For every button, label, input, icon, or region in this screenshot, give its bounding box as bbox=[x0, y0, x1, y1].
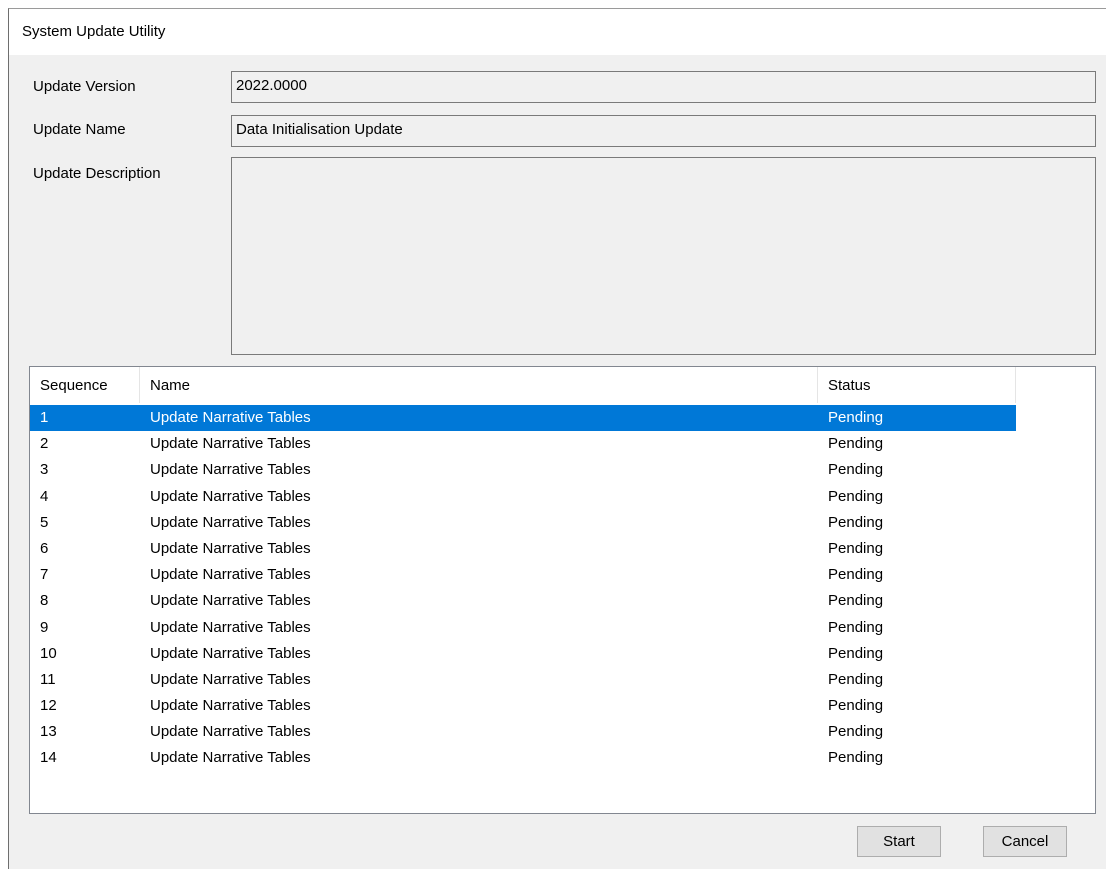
table-row[interactable]: 3 Update Narrative Tables Pending bbox=[30, 457, 1016, 483]
table-row[interactable]: 11 Update Narrative Tables Pending bbox=[30, 667, 1016, 693]
update-steps-list[interactable]: Sequence Name Status 1 Update Narrative T… bbox=[29, 366, 1096, 814]
table-row[interactable]: 14 Update Narrative Tables Pending bbox=[30, 745, 1016, 771]
row-status: Pending bbox=[828, 670, 884, 688]
start-button[interactable]: Start bbox=[857, 826, 941, 857]
table-row[interactable]: 5 Update Narrative Tables Pending bbox=[30, 510, 1016, 536]
row-name: Update Narrative Tables bbox=[150, 723, 311, 741]
row-status: Pending bbox=[828, 749, 884, 767]
table-row[interactable]: 4 Update Narrative Tables Pending bbox=[30, 484, 1016, 510]
row-name: Update Narrative Tables bbox=[150, 409, 311, 426]
table-row[interactable]: 10 Update Narrative Tables Pending bbox=[30, 641, 1016, 667]
update-utility-window: System Update Utility Update Version 202… bbox=[8, 8, 1106, 869]
update-name-label: Update Name bbox=[33, 121, 126, 138]
row-sequence: 6 bbox=[40, 539, 49, 557]
row-status: Pending bbox=[828, 435, 884, 453]
table-row[interactable]: 1 Update Narrative Tables Pending bbox=[30, 405, 1016, 432]
row-status: Pending bbox=[828, 592, 884, 610]
list-header: Sequence Name Status bbox=[30, 367, 1016, 403]
update-description-field[interactable] bbox=[231, 157, 1096, 355]
row-name: Update Narrative Tables bbox=[150, 566, 311, 584]
table-row[interactable]: 13 Update Narrative Tables Pending bbox=[30, 719, 1016, 745]
row-status: Pending bbox=[828, 409, 884, 426]
update-description-label: Update Description bbox=[33, 165, 161, 182]
row-sequence: 2 bbox=[40, 435, 49, 453]
row-status: Pending bbox=[828, 618, 884, 636]
cancel-button[interactable]: Cancel bbox=[983, 826, 1067, 857]
update-version-field[interactable]: 2022.0000 bbox=[231, 71, 1096, 103]
row-name: Update Narrative Tables bbox=[150, 670, 311, 688]
row-status: Pending bbox=[828, 513, 884, 531]
table-row[interactable]: 6 Update Narrative Tables Pending bbox=[30, 536, 1016, 562]
row-name: Update Narrative Tables bbox=[150, 592, 311, 610]
row-sequence: 7 bbox=[40, 566, 49, 584]
row-sequence: 3 bbox=[40, 461, 49, 479]
row-sequence: 4 bbox=[40, 487, 49, 505]
row-name: Update Narrative Tables bbox=[150, 697, 311, 715]
row-sequence: 9 bbox=[40, 618, 49, 636]
row-name: Update Narrative Tables bbox=[150, 644, 311, 662]
table-row[interactable]: 8 Update Narrative Tables Pending bbox=[30, 588, 1016, 614]
row-status: Pending bbox=[828, 539, 884, 557]
column-header-status[interactable]: Status bbox=[818, 367, 1016, 403]
table-row[interactable]: 12 Update Narrative Tables Pending bbox=[30, 693, 1016, 719]
row-sequence: 12 bbox=[40, 697, 57, 715]
list-rows: 1 Update Narrative Tables Pending 2 Update N… bbox=[30, 405, 1016, 772]
row-status: Pending bbox=[828, 461, 884, 479]
row-sequence: 8 bbox=[40, 592, 49, 610]
column-header-sequence[interactable]: Sequence bbox=[30, 367, 140, 403]
row-name: Update Narrative Tables bbox=[150, 749, 311, 767]
row-status: Pending bbox=[828, 697, 884, 715]
row-sequence: 10 bbox=[40, 644, 57, 662]
row-name: Update Narrative Tables bbox=[150, 461, 311, 479]
row-status: Pending bbox=[828, 566, 884, 584]
row-name: Update Narrative Tables bbox=[150, 513, 311, 531]
update-name-field[interactable]: Data Initialisation Update bbox=[231, 115, 1096, 147]
column-header-name[interactable]: Name bbox=[140, 367, 818, 403]
row-sequence: 14 bbox=[40, 749, 57, 767]
row-sequence: 13 bbox=[40, 723, 57, 741]
table-row[interactable]: 7 Update Narrative Tables Pending bbox=[30, 562, 1016, 588]
row-name: Update Narrative Tables bbox=[150, 487, 311, 505]
update-version-label: Update Version bbox=[33, 78, 136, 95]
row-name: Update Narrative Tables bbox=[150, 618, 311, 636]
row-status: Pending bbox=[828, 644, 884, 662]
title-bar[interactable]: System Update Utility bbox=[9, 9, 1106, 55]
row-status: Pending bbox=[828, 487, 884, 505]
row-name: Update Narrative Tables bbox=[150, 435, 311, 453]
row-status: Pending bbox=[828, 723, 884, 741]
row-sequence: 1 bbox=[40, 409, 49, 426]
row-name: Update Narrative Tables bbox=[150, 539, 311, 557]
row-sequence: 5 bbox=[40, 513, 49, 531]
table-row[interactable]: 9 Update Narrative Tables Pending bbox=[30, 615, 1016, 641]
row-sequence: 11 bbox=[40, 670, 56, 688]
window-title: System Update Utility bbox=[22, 23, 166, 40]
table-row[interactable]: 2 Update Narrative Tables Pending bbox=[30, 431, 1016, 457]
